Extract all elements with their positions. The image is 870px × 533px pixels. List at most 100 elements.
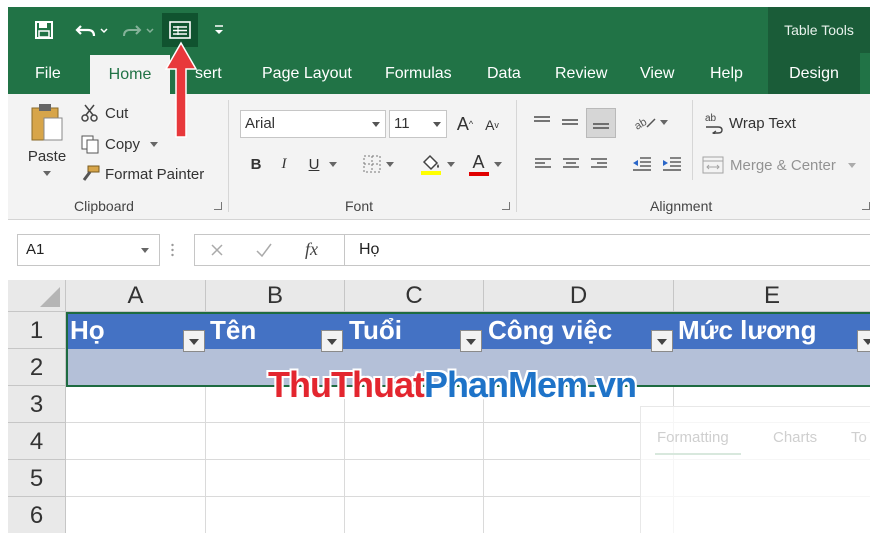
svg-text:ab: ab	[705, 113, 717, 124]
shrink-font-button[interactable]: Av	[482, 114, 502, 136]
column-header-a[interactable]: A	[66, 280, 206, 312]
tab-formulas[interactable]: Formulas	[385, 53, 452, 94]
select-all-icon	[40, 287, 60, 307]
copy-label: Copy	[105, 135, 141, 153]
ribbon-tabs: File Home sert Page Layout Formulas Data…	[8, 53, 870, 94]
ghost-tab-underline	[655, 453, 741, 455]
tab-home[interactable]: Home	[90, 55, 170, 94]
increase-indent-button[interactable]	[660, 152, 684, 176]
align-center-icon	[563, 158, 579, 168]
fill-bucket-icon	[420, 154, 441, 175]
formula-input[interactable]: Họ	[344, 234, 870, 266]
merge-center-label: Merge & Center	[730, 156, 836, 174]
font-size-dropdown-icon	[433, 122, 441, 127]
decrease-indent-icon	[633, 157, 651, 171]
font-color-icon: A	[468, 153, 489, 176]
save-icon[interactable]	[30, 7, 58, 53]
group-divider	[692, 100, 693, 180]
align-middle-button[interactable]	[558, 110, 582, 134]
redo-icon[interactable]	[118, 7, 158, 53]
font-color-button[interactable]: A	[464, 150, 506, 178]
row-header-1[interactable]: 1	[8, 312, 66, 349]
format-painter-label: Format Painter	[105, 165, 205, 183]
wrap-text-icon: ab	[705, 113, 723, 134]
merge-center-button[interactable]: Merge & Center	[702, 152, 856, 178]
font-size-combo[interactable]: 11	[389, 110, 447, 138]
borders-button[interactable]	[358, 152, 398, 176]
undo-icon[interactable]	[72, 7, 112, 53]
cancel-icon[interactable]	[209, 242, 225, 263]
tab-file[interactable]: File	[35, 53, 61, 94]
scissors-icon	[81, 104, 98, 122]
copy-dropdown-icon	[150, 141, 159, 147]
orientation-icon: ab	[633, 116, 656, 131]
clipboard-launcher-icon[interactable]	[214, 202, 222, 210]
filter-dropdown-icon[interactable]	[460, 330, 482, 352]
column-header-d[interactable]: D	[484, 280, 674, 312]
orientation-button[interactable]: ab	[630, 110, 670, 134]
enter-check-icon[interactable]	[255, 242, 273, 263]
tab-insert[interactable]: sert	[195, 53, 222, 94]
font-name-combo[interactable]: Arial	[240, 110, 386, 138]
tab-data[interactable]: Data	[487, 53, 521, 94]
select-all-button[interactable]	[8, 280, 66, 312]
filter-dropdown-icon[interactable]	[651, 330, 673, 352]
chevron-down-icon	[847, 162, 856, 168]
paste-label: Paste	[27, 148, 67, 165]
font-launcher-icon[interactable]	[502, 202, 510, 210]
format-painter-icon	[82, 165, 100, 181]
font-name-value: Arial	[245, 115, 276, 132]
formula-bar-grip[interactable]	[171, 242, 174, 258]
filter-dropdown-icon[interactable]	[321, 330, 343, 352]
underline-button[interactable]: U	[304, 152, 324, 176]
row-header-2[interactable]: 2	[8, 349, 66, 386]
column-header-c[interactable]: C	[345, 280, 484, 312]
decrease-indent-button[interactable]	[630, 152, 654, 176]
row-header-4[interactable]: 4	[8, 423, 66, 460]
name-box[interactable]: A1	[17, 234, 160, 266]
grow-font-button[interactable]: A ^	[454, 112, 476, 136]
ghost-tab-formatting: Formatting	[657, 429, 729, 446]
copy-button[interactable]: Copy	[80, 133, 159, 155]
tab-design[interactable]: Design	[768, 53, 860, 94]
align-middle-icon	[562, 119, 578, 125]
filter-dropdown-icon[interactable]	[857, 330, 870, 352]
red-arrow-icon	[164, 41, 198, 138]
row-header-3[interactable]: 3	[8, 386, 66, 423]
fill-color-button[interactable]	[416, 150, 458, 178]
table-header-cong-viec[interactable]: Công việc	[484, 312, 674, 349]
align-left-button[interactable]	[532, 152, 554, 176]
insert-function-button[interactable]: fx	[305, 239, 318, 260]
bold-button[interactable]: B	[246, 152, 266, 176]
align-right-button[interactable]	[588, 152, 610, 176]
column-header-b[interactable]: B	[206, 280, 345, 312]
tab-view[interactable]: View	[640, 53, 674, 94]
italic-button[interactable]: I	[274, 152, 294, 176]
table-header-muc-luong[interactable]: Mức lương	[674, 312, 870, 349]
wrap-text-button[interactable]: ab Wrap Text	[704, 110, 796, 136]
align-top-button[interactable]	[530, 110, 554, 134]
customize-quick-access-icon[interactable]	[210, 7, 228, 53]
row-header-6[interactable]: 6	[8, 497, 66, 533]
tab-review[interactable]: Review	[555, 53, 607, 94]
table-header-label: Họ	[70, 315, 105, 345]
ribbon-home: Paste Cut Copy Format Painter Clipboard …	[8, 94, 870, 220]
tab-help[interactable]: Help	[710, 53, 743, 94]
shrink-font-icon: A	[485, 117, 495, 133]
filter-dropdown-icon[interactable]	[183, 330, 205, 352]
format-painter-button[interactable]: Format Painter	[80, 163, 204, 185]
cut-button[interactable]: Cut	[80, 102, 128, 124]
tab-page-layout[interactable]: Page Layout	[262, 53, 352, 94]
font-size-value: 11	[394, 115, 410, 132]
underline-dropdown[interactable]	[326, 152, 340, 176]
alignment-launcher-icon[interactable]	[862, 202, 870, 210]
align-top-icon	[534, 116, 550, 122]
align-center-button[interactable]	[560, 152, 582, 176]
column-header-e[interactable]: E	[674, 280, 870, 312]
align-bottom-button[interactable]	[586, 108, 616, 138]
chevron-down-icon	[659, 119, 668, 125]
chevron-down-icon	[385, 161, 394, 167]
paste-button[interactable]: Paste	[22, 102, 72, 198]
row-header-5[interactable]: 5	[8, 460, 66, 497]
watermark-part1: ThuThuat	[268, 364, 425, 405]
